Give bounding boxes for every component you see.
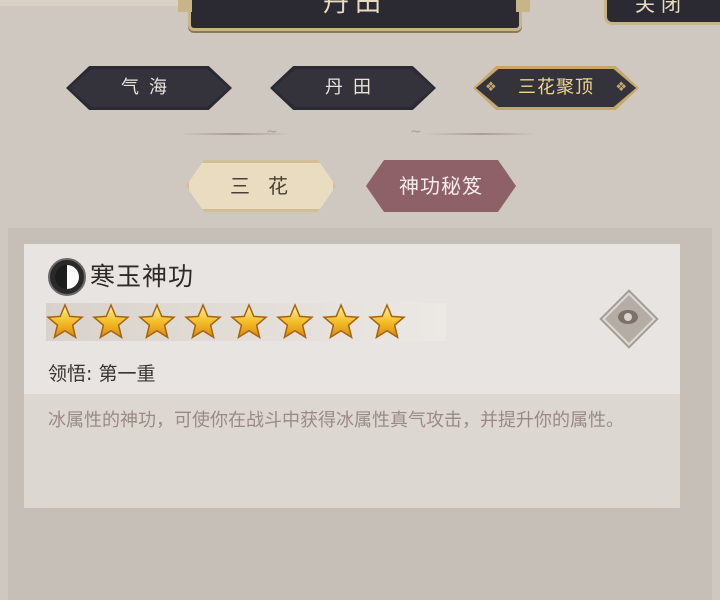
star-icon — [276, 303, 314, 341]
yin-yang-icon — [48, 258, 86, 296]
title-ornament-left — [178, 0, 192, 12]
page-title: 丹田 — [322, 0, 387, 18]
eye-icon[interactable] — [602, 292, 656, 346]
subtab-sanhua[interactable]: 三花 — [186, 160, 336, 212]
subtab-shengong-miji[interactable]: 神功秘笈 — [366, 160, 516, 212]
skill-realm: 领悟: 第一重 — [48, 360, 155, 388]
tab-sanhua-juding-label: 三花聚顶 — [518, 77, 594, 98]
top-divider — [0, 0, 190, 6]
tab-qihai-label: 气海 — [121, 77, 177, 98]
star-icon — [322, 303, 360, 341]
star-icon — [46, 303, 84, 341]
star-icon — [138, 303, 176, 341]
skill-description: 冰属性的神功，可使你在战斗中获得冰属性真气攻击，并提升你的属性。 — [48, 410, 624, 431]
skill-name: 寒玉神功 — [90, 262, 195, 291]
divider-ornament-icon: ~ — [410, 124, 422, 140]
divider-ornament-icon: ~ — [266, 124, 278, 140]
close-button-label: 关闭 — [635, 0, 687, 16]
tab-qihai[interactable]: 气海 — [66, 66, 232, 110]
star-icon — [184, 303, 222, 341]
divider-line-right — [426, 133, 536, 135]
star-rating — [46, 303, 446, 341]
subtab-shengong-miji-label: 神功秘笈 — [399, 174, 483, 198]
subtab-sanhua-label: 三花 — [230, 174, 306, 198]
close-button[interactable]: 关闭 — [604, 0, 720, 25]
star-icon — [368, 303, 406, 341]
tab-sanhua-juding[interactable]: ❖ ❖ 三花聚顶 — [473, 66, 639, 110]
realm-label: 领悟: — [48, 363, 93, 385]
tab-dantian-label: 丹田 — [325, 77, 381, 98]
title-ornament-right — [516, 0, 530, 12]
realm-value: 第一重 — [98, 363, 156, 385]
star-icon — [230, 303, 268, 341]
tab-dantian[interactable]: 丹田 — [270, 66, 436, 110]
page-title-plate: 丹田 — [188, 0, 522, 31]
star-icon — [92, 303, 130, 341]
